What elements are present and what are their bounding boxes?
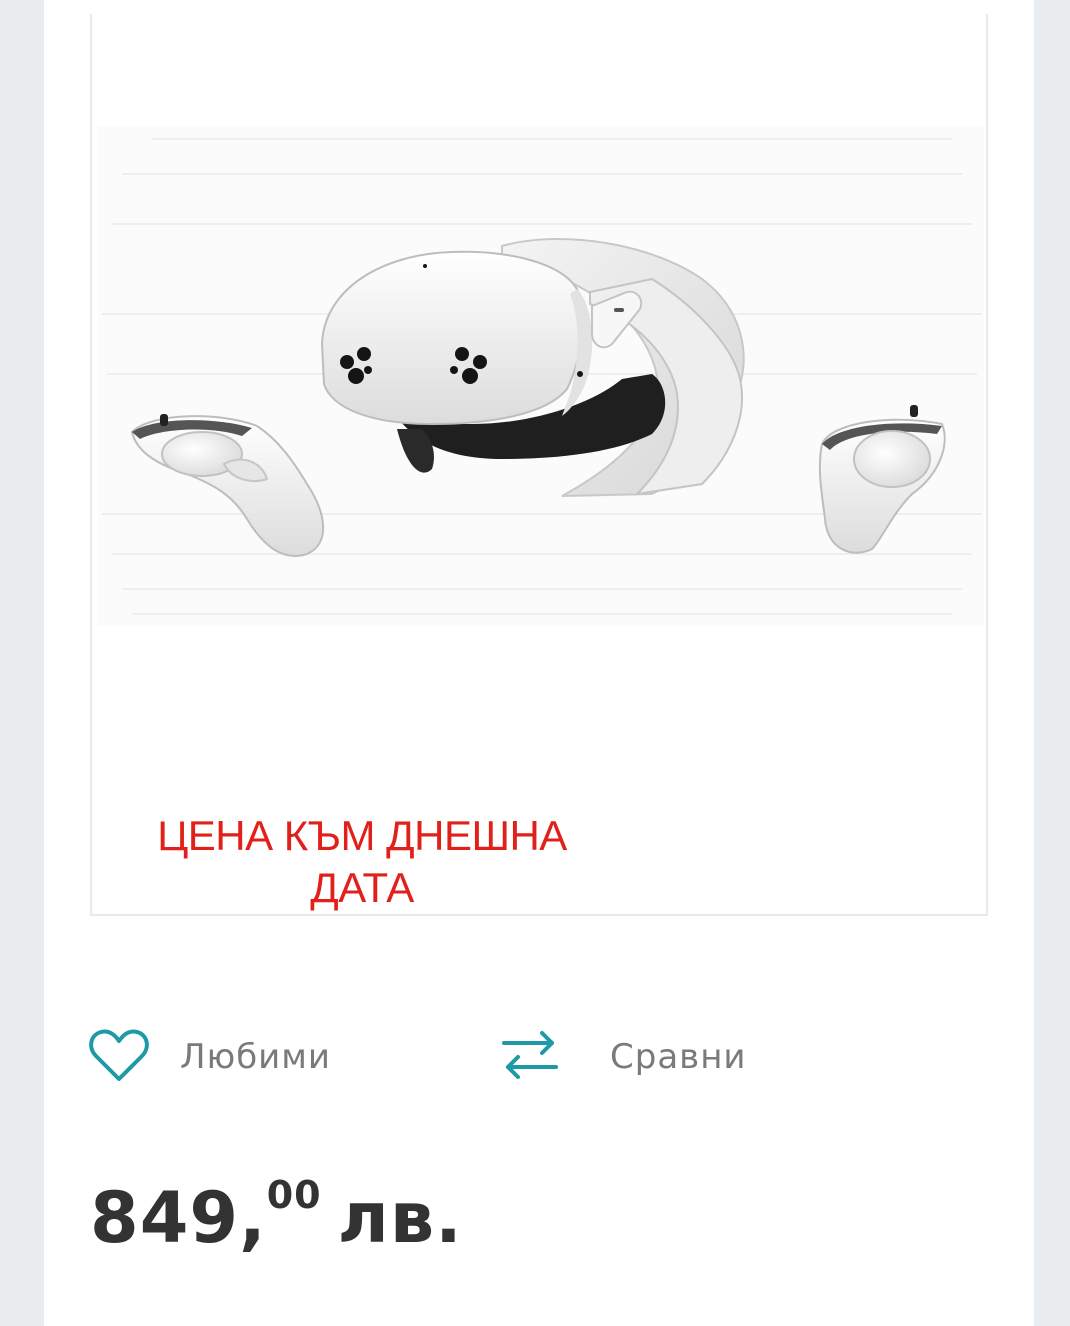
wishlist-label: Любими: [180, 1037, 331, 1077]
compare-label: Сравни: [610, 1037, 747, 1077]
price-note: ЦЕНА КЪМ ДНЕШНА ДАТА: [157, 812, 567, 911]
wishlist-button[interactable]: Любими: [88, 1022, 331, 1092]
product-price: 849,00 лв.: [90, 1150, 463, 1263]
swap-arrows-icon: [500, 1025, 560, 1089]
compare-button[interactable]: Сравни: [500, 1022, 747, 1092]
product-image-frame[interactable]: ЦЕНА КЪМ ДНЕШНА ДАТА: [90, 14, 988, 916]
product-card: ЦЕНА КЪМ ДНЕШНА ДАТА: [44, 0, 1034, 1326]
product-actions: Любими Сравни: [44, 1022, 1034, 1092]
product-image: [98, 126, 984, 626]
price-cents: 00: [266, 1173, 322, 1217]
heart-icon: [88, 1027, 150, 1087]
price-currency: лв.: [337, 1177, 463, 1259]
price-whole: 849,: [90, 1177, 267, 1259]
